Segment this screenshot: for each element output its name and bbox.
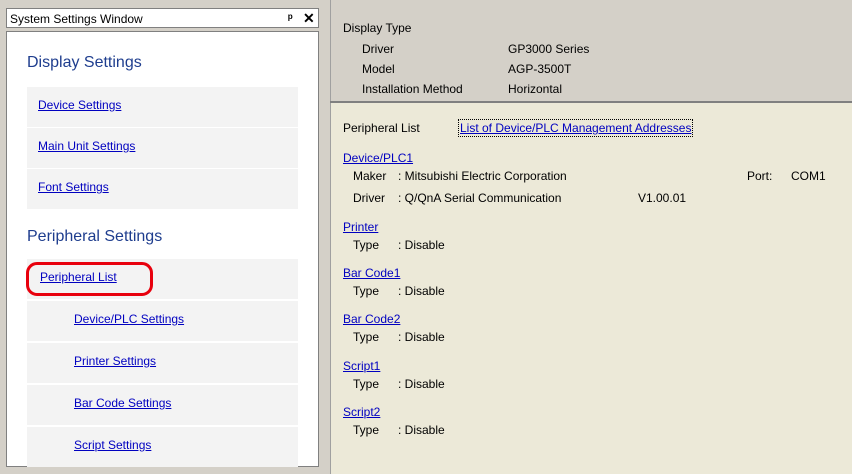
nav-item-device-plc-settings[interactable]: Device/PLC Settings <box>27 301 298 341</box>
bar-code1-type-label: Type <box>353 284 380 298</box>
bar-code2-type-label: Type <box>353 330 380 344</box>
font-settings-link[interactable]: Font Settings <box>38 180 109 194</box>
settings-tree: Display Settings Device Settings Main Un… <box>6 31 319 467</box>
nav-item-bar-code-settings[interactable]: Bar Code Settings <box>27 385 298 425</box>
script2-type-label: Type <box>353 423 380 437</box>
display-settings-heading[interactable]: Display Settings <box>7 45 318 81</box>
script1-type-value: : Disable <box>398 377 445 391</box>
bar-code1-link[interactable]: Bar Code1 <box>343 266 400 280</box>
printer-type-value: : Disable <box>398 238 445 252</box>
model-label: Model <box>362 62 395 76</box>
display-type-section: Display Type Driver GP3000 Series Model … <box>330 0 852 101</box>
bar-code-settings-link[interactable]: Bar Code Settings <box>74 396 171 410</box>
port-value: COM1 <box>791 169 826 183</box>
script-settings-link[interactable]: Script Settings <box>74 438 151 452</box>
nav-item-device-settings[interactable]: Device Settings <box>27 87 298 127</box>
script1-link[interactable]: Script1 <box>343 359 380 373</box>
close-icon[interactable]: ✕ <box>303 10 315 27</box>
peripheral-list-heading: Peripheral List <box>343 121 420 135</box>
driver-label: Driver <box>362 42 394 56</box>
main-unit-settings-link[interactable]: Main Unit Settings <box>38 139 135 153</box>
panel-title-bar: System Settings Window ᵖ ✕ <box>6 8 319 28</box>
nav-item-font-settings[interactable]: Font Settings <box>27 169 298 209</box>
script2-type-value: : Disable <box>398 423 445 437</box>
maker-value: : Mitsubishi Electric Corporation <box>398 169 567 183</box>
port-label: Port: <box>747 169 773 183</box>
device-plc1-link[interactable]: Device/PLC1 <box>343 151 413 165</box>
nav-item-main-unit-settings[interactable]: Main Unit Settings <box>27 128 298 168</box>
peripheral-settings-heading[interactable]: Peripheral Settings <box>7 219 318 255</box>
highlight-annotation <box>26 262 153 296</box>
panel-title: System Settings Window <box>10 12 143 26</box>
management-addresses-link[interactable]: List of Device/PLC Management Addresses <box>457 119 694 137</box>
installation-method-value: Horizontal <box>508 82 563 96</box>
bar-code2-type-value: : Disable <box>398 330 445 344</box>
installation-method-label: Installation Method <box>362 82 463 96</box>
driver-label: Driver <box>353 191 385 205</box>
script2-link[interactable]: Script2 <box>343 405 380 419</box>
device-settings-link[interactable]: Device Settings <box>38 98 121 112</box>
system-settings-panel: System Settings Window ᵖ ✕ Display Setti… <box>0 0 326 474</box>
peripheral-list-section: Peripheral List List of Device/PLC Manag… <box>330 103 852 474</box>
model-value: AGP-3500T <box>508 62 572 76</box>
driver-value: GP3000 Series <box>508 42 590 56</box>
driver-version: V1.00.01 <box>638 191 687 205</box>
maker-label: Maker <box>353 169 387 183</box>
bar-code2-link[interactable]: Bar Code2 <box>343 312 400 326</box>
printer-type-label: Type <box>353 238 380 252</box>
display-type-heading: Display Type <box>343 21 412 35</box>
pin-icon[interactable]: ᵖ <box>288 11 293 25</box>
printer-settings-link[interactable]: Printer Settings <box>74 354 156 368</box>
nav-item-script-settings[interactable]: Script Settings <box>27 427 298 467</box>
script1-type-label: Type <box>353 377 380 391</box>
device-plc-settings-link[interactable]: Device/PLC Settings <box>74 312 184 326</box>
printer-link[interactable]: Printer <box>343 220 378 234</box>
nav-item-printer-settings[interactable]: Printer Settings <box>27 343 298 383</box>
bar-code1-type-value: : Disable <box>398 284 445 298</box>
driver-value: : Q/QnA Serial Communication <box>398 191 562 205</box>
